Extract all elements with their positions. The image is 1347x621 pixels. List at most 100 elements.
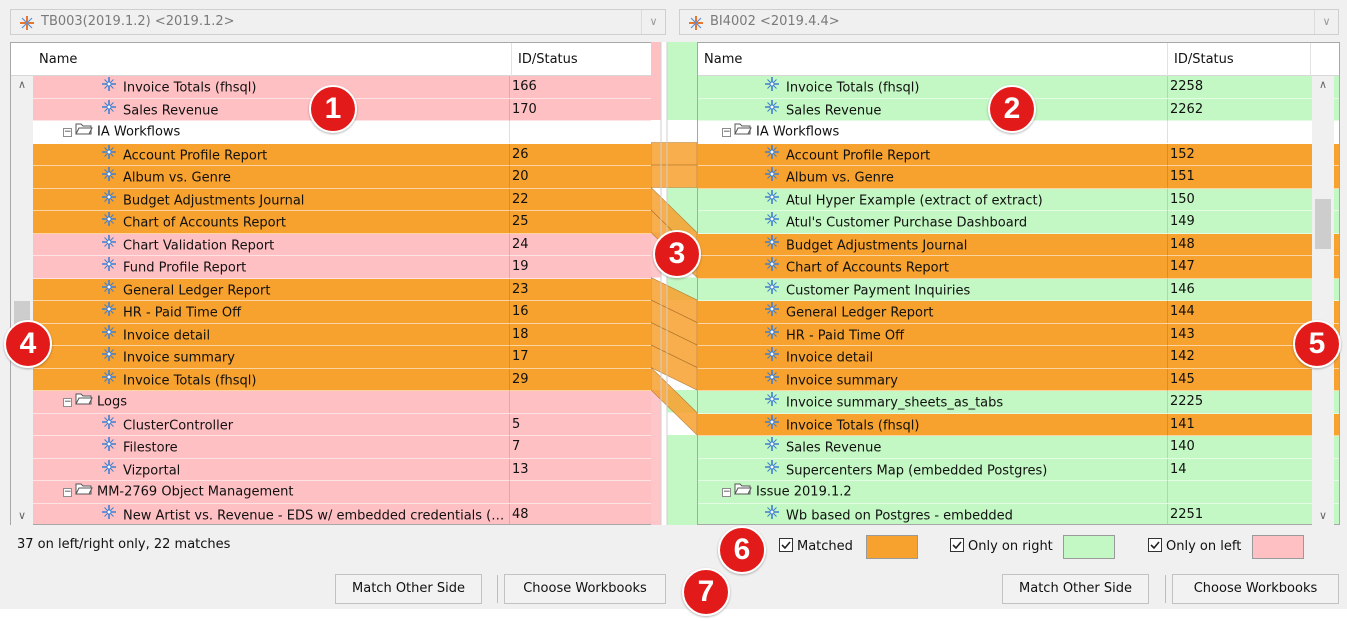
scroll-down-icon[interactable]: ∨ xyxy=(11,507,33,525)
row-name-cell: General Ledger Report xyxy=(764,301,1163,323)
chevron-down-icon[interactable]: ∨ xyxy=(1314,10,1338,34)
column-header-id-status[interactable]: ID/Status xyxy=(512,43,651,76)
chevron-down-icon[interactable]: ∨ xyxy=(641,10,665,34)
table-header: Name ID/Status xyxy=(698,43,1339,76)
table-row[interactable]: ClusterController 5 xyxy=(11,413,651,436)
row-id-cell: 146 xyxy=(1167,278,1195,301)
row-id-cell: 140 xyxy=(1167,436,1195,458)
row-label: Issue 2019.1.2 xyxy=(756,484,852,500)
table-row[interactable]: HR - Paid Time Off 16 xyxy=(11,301,651,324)
legend-matched-toggle[interactable]: Matched xyxy=(779,536,853,558)
workbook-icon xyxy=(101,459,117,481)
table-row[interactable]: Invoice summary 17 xyxy=(11,346,651,369)
row-label: Invoice summary xyxy=(786,373,898,388)
row-id-cell: 22 xyxy=(509,188,529,211)
scroll-thumb[interactable] xyxy=(1315,199,1331,249)
table-row[interactable]: Fund Profile Report 19 xyxy=(11,256,651,279)
scroll-up-icon[interactable]: ∧ xyxy=(11,76,33,94)
row-label: Budget Adjustments Journal xyxy=(123,193,305,208)
table-row[interactable]: Vizportal 13 xyxy=(11,458,651,481)
collapse-icon[interactable]: − xyxy=(722,127,731,137)
column-header-name[interactable]: Name xyxy=(698,43,1168,76)
row-id-cell: 5 xyxy=(509,413,520,436)
table-row[interactable]: Chart of Accounts Report 25 xyxy=(11,211,651,234)
table-row[interactable]: General Ledger Report 23 xyxy=(11,278,651,301)
callout-badge-4: 4 xyxy=(4,320,52,368)
table-row[interactable]: Album vs. Genre 151 xyxy=(698,166,1339,189)
legend-matched-swatch xyxy=(866,535,918,559)
callout-badge-7: 7 xyxy=(682,568,730,616)
row-name-cell: Invoice Totals (fhsql) xyxy=(764,76,1163,98)
table-row[interactable]: Invoice summary_sheets_as_tabs 2225 xyxy=(698,391,1339,414)
table-header: Name ID/Status xyxy=(11,43,651,76)
row-name-cell: HR - Paid Time Off xyxy=(101,301,505,323)
collapse-icon[interactable]: − xyxy=(63,397,72,407)
table-row[interactable]: Invoice Totals (fhsql) 141 xyxy=(698,413,1339,436)
column-header-name[interactable]: Name xyxy=(33,43,512,76)
table-row[interactable]: Invoice Totals (fhsql) 29 xyxy=(11,368,651,391)
row-id-cell: 13 xyxy=(509,458,529,481)
table-row[interactable]: Supercenters Map (embedded Postgres) 14 xyxy=(698,458,1339,481)
workbook-icon xyxy=(101,346,117,368)
workbook-icon xyxy=(764,504,780,525)
workbook-icon xyxy=(764,346,780,368)
callout-badge-6: 6 xyxy=(718,526,766,574)
row-id-cell: 149 xyxy=(1167,211,1195,233)
row-name-cell: Sales Revenue xyxy=(764,99,1163,121)
table-row[interactable]: Atul Hyper Example (extract of extract) 1… xyxy=(698,188,1339,211)
left-site-selector[interactable]: TB003(2019.1.2) <2019.1.2> ∨ xyxy=(10,9,666,35)
row-name-cell: Chart of Accounts Report xyxy=(764,256,1163,278)
collapse-icon[interactable]: − xyxy=(63,487,72,497)
table-row[interactable]: Account Profile Report 26 xyxy=(11,143,651,166)
left-vertical-scrollbar[interactable]: ∧ ∨ xyxy=(11,76,33,525)
scroll-down-icon[interactable]: ∨ xyxy=(1312,507,1334,525)
legend-left-only-toggle[interactable]: Only on left xyxy=(1148,536,1241,558)
row-label: Sales Revenue xyxy=(786,440,882,456)
left-match-other-side-button[interactable]: Match Other Side xyxy=(335,574,482,604)
checkbox-icon[interactable] xyxy=(1148,538,1162,552)
checkbox-icon[interactable] xyxy=(779,538,793,552)
table-row[interactable]: Invoice detail 142 xyxy=(698,346,1339,369)
workbook-icon xyxy=(764,324,780,346)
right-choose-workbooks-button[interactable]: Choose Workbooks xyxy=(1172,574,1339,604)
workbook-icon xyxy=(101,324,117,346)
table-row[interactable]: New Artist vs. Revenue - EDS w/ embedded… xyxy=(11,503,651,525)
callout-badge-5: 5 xyxy=(1293,320,1341,368)
table-row[interactable]: General Ledger Report 144 xyxy=(698,301,1339,324)
left-choose-workbooks-button[interactable]: Choose Workbooks xyxy=(504,574,666,604)
scroll-up-icon[interactable]: ∧ xyxy=(1312,76,1334,94)
table-row[interactable]: Sales Revenue 140 xyxy=(698,436,1339,459)
table-row[interactable]: Chart of Accounts Report 147 xyxy=(698,256,1339,279)
row-name-cell: General Ledger Report xyxy=(101,279,505,301)
row-id-cell: 7 xyxy=(509,436,520,458)
right-site-selector[interactable]: BI4002 <2019.4.4> ∨ xyxy=(679,9,1339,35)
table-row[interactable]: Chart Validation Report 24 xyxy=(11,233,651,256)
row-id-cell xyxy=(1167,121,1170,143)
legend-right-only-toggle[interactable]: Only on right xyxy=(950,536,1053,558)
legend-left-only-label: Only on left xyxy=(1166,539,1242,554)
table-row[interactable]: Budget Adjustments Journal 148 xyxy=(698,233,1339,256)
table-row[interactable]: Wb based on Postgres - embedded 2251 xyxy=(698,503,1339,525)
table-row[interactable]: Album vs. Genre 20 xyxy=(11,166,651,189)
folder-row[interactable]: − Logs xyxy=(11,391,651,414)
right-vertical-scrollbar[interactable]: ∧ ∨ xyxy=(1312,76,1334,525)
table-row[interactable]: Filestore 7 xyxy=(11,436,651,459)
row-name-cell: Invoice summary xyxy=(101,346,505,368)
right-match-other-side-button[interactable]: Match Other Side xyxy=(1002,574,1149,604)
collapse-icon[interactable]: − xyxy=(722,487,731,497)
table-row[interactable]: Invoice detail 18 xyxy=(11,323,651,346)
table-row[interactable]: Customer Payment Inquiries 146 xyxy=(698,278,1339,301)
row-id-cell: 141 xyxy=(1167,413,1195,436)
collapse-icon[interactable]: − xyxy=(63,127,72,137)
table-row[interactable]: Budget Adjustments Journal 22 xyxy=(11,188,651,211)
checkbox-icon[interactable] xyxy=(950,538,964,552)
row-name-cell: New Artist vs. Revenue - EDS w/ embedded… xyxy=(101,504,505,525)
table-row[interactable]: Account Profile Report 152 xyxy=(698,143,1339,166)
row-label: Sales Revenue xyxy=(786,103,882,118)
table-row[interactable]: Invoice summary 145 xyxy=(698,368,1339,391)
folder-row[interactable]: − Issue 2019.1.2 xyxy=(698,481,1339,504)
table-row[interactable]: HR - Paid Time Off 143 xyxy=(698,323,1339,346)
column-header-id-status[interactable]: ID/Status xyxy=(1168,43,1311,76)
table-row[interactable]: Atul's Customer Purchase Dashboard 149 xyxy=(698,211,1339,234)
folder-row[interactable]: − MM-2769 Object Management xyxy=(11,481,651,504)
